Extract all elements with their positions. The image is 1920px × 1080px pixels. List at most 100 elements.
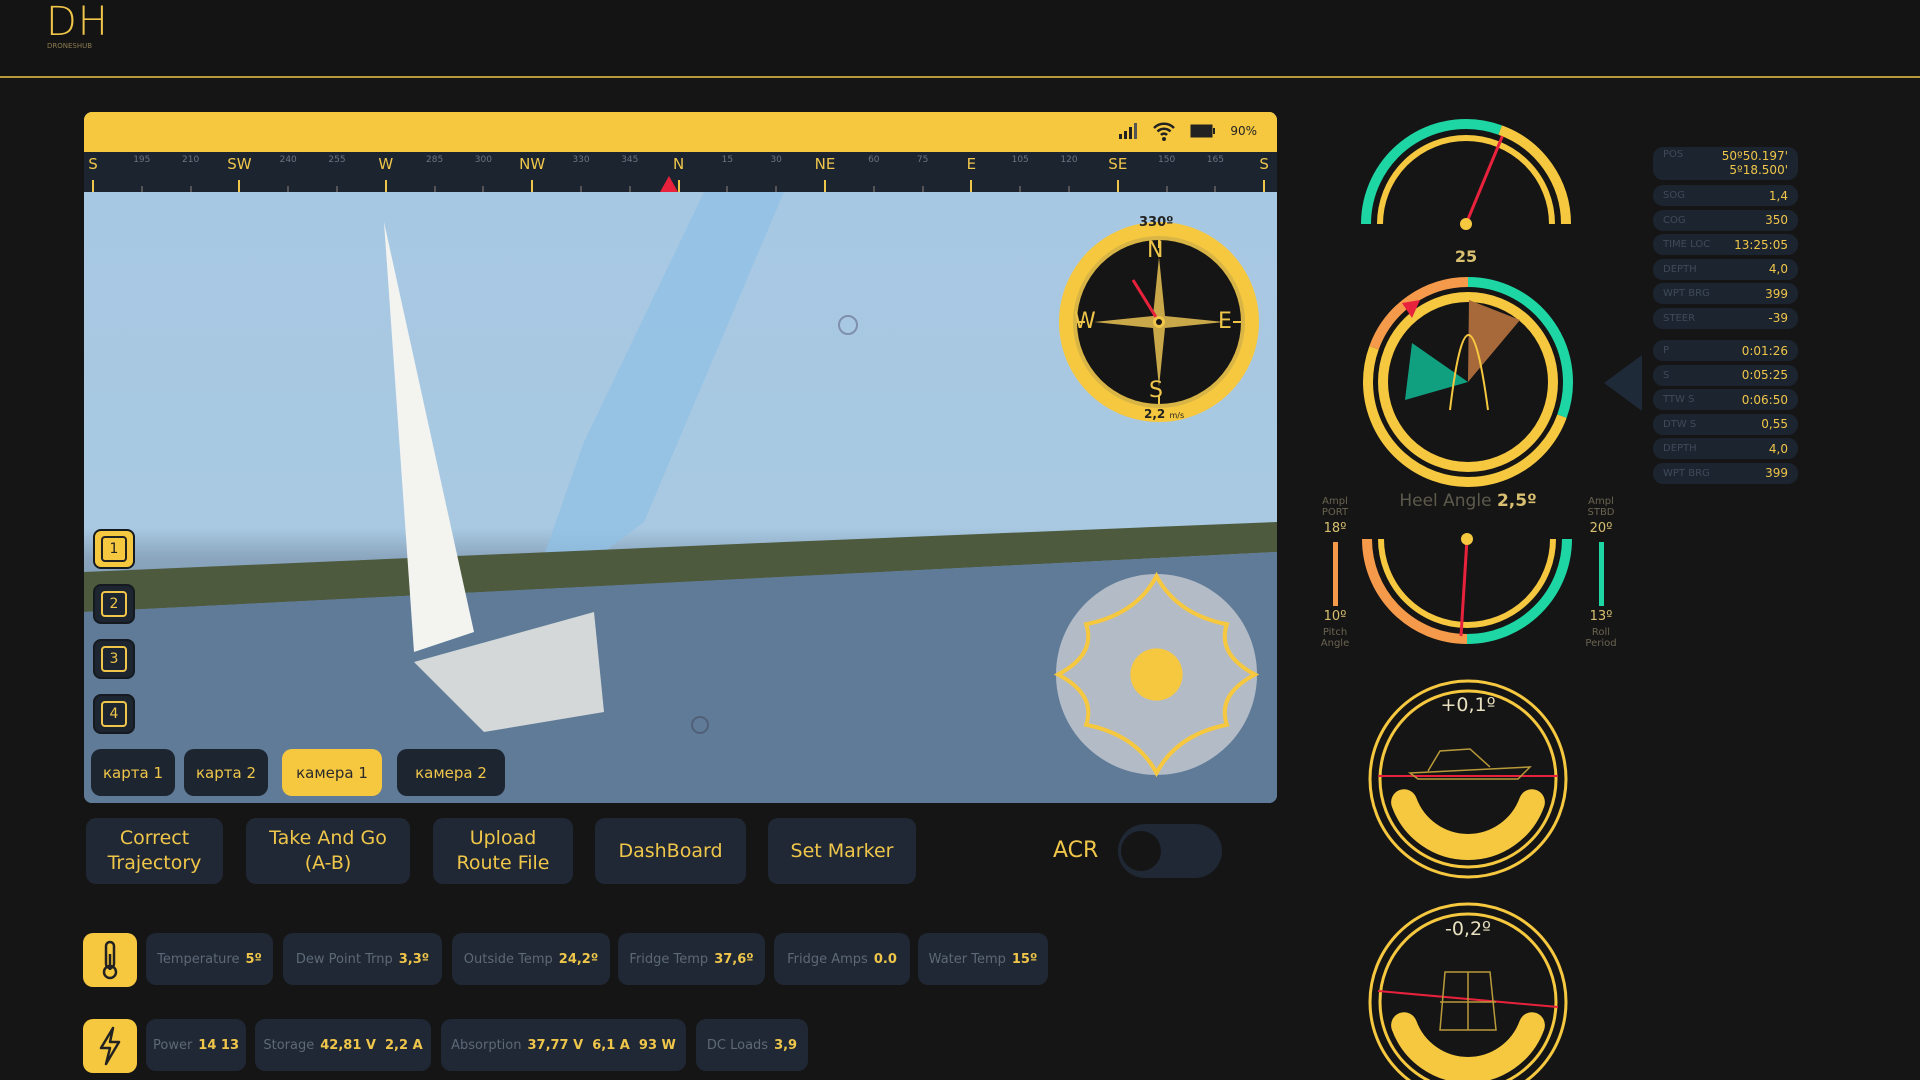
view-number: 4	[101, 701, 127, 727]
heading-label: SW	[227, 155, 252, 173]
nav-value: 4,0	[1768, 441, 1788, 456]
heading-label: 240	[279, 155, 297, 165]
battery-percent: 90%	[1230, 124, 1257, 138]
nav-value: 0,55	[1761, 417, 1788, 431]
heading-tick	[970, 180, 973, 192]
wind-value: 25	[1454, 247, 1478, 266]
nav-key: S	[1663, 369, 1670, 381]
sensor-value: 0.0	[873, 951, 897, 967]
port-bar	[1333, 542, 1338, 606]
angle-marker	[1402, 300, 1420, 318]
sensor-value: 37,77 V 6,1 A 93 W	[527, 1037, 676, 1053]
nav-value: 4,0	[1768, 262, 1788, 276]
nav-key: WPT BRG	[1663, 467, 1710, 479]
heading-label: 255	[328, 155, 346, 165]
action-button[interactable]: Correct Trajectory	[86, 818, 223, 884]
nav-value: 399	[1765, 466, 1788, 480]
action-button[interactable]: Upload Route File	[433, 818, 573, 884]
port-label: Ampl PORT	[1321, 496, 1349, 518]
wind-inner-arc	[1377, 135, 1555, 225]
view-number: 2	[101, 591, 127, 617]
stbd-bar	[1599, 542, 1604, 606]
action-button[interactable]: DashBoard	[595, 818, 746, 884]
video-panel: 90% S 195 210 SW 240 255 W 285 300 NW 330 345 N 15 30 N…	[84, 112, 1277, 803]
sensor-chip: Fridge Temp 37,6º	[618, 933, 765, 985]
pitch-value: 10º	[1323, 609, 1347, 624]
heel-hub	[1461, 533, 1473, 545]
angle-inner-ring	[1378, 292, 1558, 472]
heading-label: W	[378, 155, 394, 173]
nav-key: STEER	[1663, 312, 1696, 324]
nav-pos-value: 50º50.197' 5º18.500'	[1722, 149, 1788, 177]
heading-tick	[531, 180, 534, 192]
view-button-4[interactable]: 4	[93, 694, 135, 734]
nav-key: TIME LOC	[1663, 239, 1711, 250]
compass-n: N	[1147, 238, 1164, 263]
sensor-label: Absorption	[451, 1037, 522, 1053]
nav-key: SOG	[1663, 190, 1685, 201]
heading-tick	[238, 180, 241, 192]
heel-label: Heel Angle	[1399, 491, 1492, 511]
power-chip: Storage 42,81 V 2,2 A	[255, 1019, 431, 1071]
compass-speed-unit: m/s	[1169, 411, 1185, 420]
heading-pointer-icon	[660, 176, 678, 192]
heading-label: NW	[519, 155, 546, 173]
nav-value: 350	[1765, 213, 1788, 227]
sensor-value: 14 13	[198, 1037, 240, 1053]
heading-label: 195	[133, 155, 151, 165]
source-tab[interactable]: камера 1	[282, 749, 382, 796]
heading-label: 165	[1206, 155, 1224, 165]
acr-toggle[interactable]	[1118, 824, 1222, 878]
boat-side-icon	[1407, 748, 1532, 780]
nav-row: WPT BRG 399	[1653, 283, 1798, 304]
heel-needle	[1459, 538, 1469, 637]
logo: DH	[46, 0, 109, 45]
trim-roll-value: -0,2º	[1444, 918, 1492, 940]
camera-feed[interactable]: 330º N E S W 2,2 m/s 1 2 3 4 карта 1 карта 2 к…	[84, 192, 1277, 803]
stbd-label: Ampl STBD	[1587, 496, 1615, 518]
source-tab[interactable]: карта 2	[184, 749, 268, 796]
nav-key: WPT BRG	[1663, 288, 1710, 299]
heading-tick	[384, 180, 387, 192]
view-button-3[interactable]: 3	[93, 639, 135, 679]
wind-arc-yellow	[1498, 125, 1571, 225]
heading-label: 60	[868, 155, 880, 165]
wind-hub	[1460, 218, 1472, 230]
wifi-icon	[1153, 122, 1176, 141]
heading-strip[interactable]: S 195 210 SW 240 255 W 285 300 NW 330 345 N 15 30 NE 60 7…	[84, 152, 1277, 192]
heading-label: 330	[572, 155, 590, 165]
nav-row: DEPTH 4,0	[1653, 438, 1798, 459]
collapse-arrow-icon[interactable]	[1604, 355, 1642, 411]
source-tab[interactable]: карта 1	[91, 749, 175, 796]
action-button[interactable]: Take And Go (A-B)	[246, 818, 410, 884]
sensor-value: 37,6º	[714, 951, 754, 967]
compass-speed: 2,2	[1144, 407, 1166, 421]
nav-row: P 0:01:26	[1653, 340, 1798, 361]
view-button-2[interactable]: 2	[93, 584, 135, 624]
sensor-value: 42,81 V 2,2 A	[320, 1037, 423, 1053]
nav-key: TTW S	[1663, 394, 1695, 405]
source-tab[interactable]: камера 2	[397, 749, 505, 796]
roll-value: 13º	[1589, 609, 1613, 624]
heading-label: 150	[1158, 155, 1176, 165]
nav-key: DEPTH	[1663, 263, 1697, 275]
acr-label: ACR	[1053, 838, 1099, 863]
joystick[interactable]	[1054, 572, 1259, 777]
power-chip: Power 14 13	[146, 1019, 246, 1071]
sensor-label: Water Temp	[928, 951, 1006, 967]
sensor-label: Dew Point Trnp	[295, 951, 393, 967]
sensor-value: 3,9	[774, 1037, 798, 1053]
angle-sector-green	[1405, 343, 1468, 400]
nav-value: 1,4	[1768, 188, 1788, 203]
view-button-1[interactable]: 1	[93, 529, 135, 569]
heel-arc-green	[1466, 538, 1572, 644]
heading-label: SE	[1108, 155, 1128, 173]
nav-row: SOG 1,4	[1653, 185, 1798, 206]
roll-label: Roll Period	[1585, 627, 1617, 649]
wind-arc-green	[1361, 119, 1502, 225]
compass-heading: 330º	[1139, 215, 1174, 230]
sensor-chip: Temperature 5º	[146, 933, 273, 985]
action-button[interactable]: Set Marker	[768, 818, 916, 884]
nav-value: 0:06:50	[1741, 392, 1788, 407]
pos-lat: 50º50.197'	[1721, 149, 1788, 163]
